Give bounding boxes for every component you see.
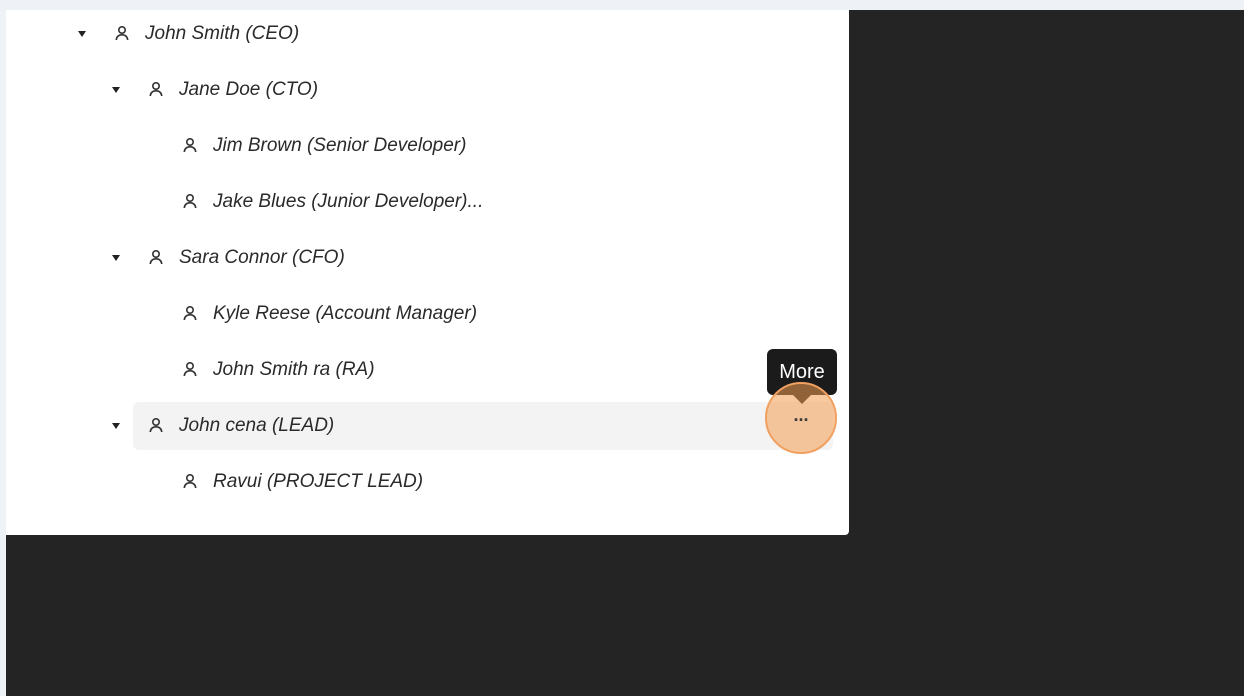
expand-caret-icon[interactable]	[78, 31, 86, 37]
tree-node-label: John Smith ra (RA)	[213, 359, 375, 380]
tooltip-text: More	[779, 360, 825, 383]
person-icon	[183, 473, 197, 489]
tree-node-label: Sara Connor (CFO)	[179, 247, 345, 268]
org-tree-panel: John Smith (CEO) Jane Doe (CTO) Jim Brow…	[6, 10, 849, 535]
person-icon	[115, 25, 129, 41]
expand-caret-icon[interactable]	[112, 87, 120, 93]
tree-node-john-smith-ceo[interactable]: John Smith (CEO)	[66, 10, 846, 58]
tree-node-sara-connor-cfo[interactable]: Sara Connor (CFO)	[100, 234, 846, 282]
tree-node-label: Jim Brown (Senior Developer)	[213, 135, 467, 156]
person-icon	[183, 361, 197, 377]
person-icon	[149, 417, 163, 433]
ellipsis-icon: ...	[793, 404, 809, 425]
tree-node-label: John cena (LEAD)	[179, 415, 335, 436]
top-bar	[0, 0, 1244, 10]
tree-node-jake-blues[interactable]: Jake Blues (Junior Developer)...	[134, 178, 846, 226]
person-icon	[149, 249, 163, 265]
tree-node-ravui[interactable]: Ravui (PROJECT LEAD)	[134, 458, 846, 506]
tree-node-label: Jake Blues (Junior Developer)...	[213, 191, 484, 212]
tree-node-jim-brown[interactable]: Jim Brown (Senior Developer)	[134, 122, 846, 170]
person-icon	[183, 137, 197, 153]
tree-node-john-cena-lead[interactable]: John cena (LEAD)	[112, 402, 833, 450]
tree-node-jane-doe-cto[interactable]: Jane Doe (CTO)	[100, 66, 846, 114]
person-icon	[183, 305, 197, 321]
tree-node-label: Jane Doe (CTO)	[179, 79, 319, 100]
tree-node-john-smith-ra[interactable]: John Smith ra (RA)	[134, 346, 764, 394]
tree-node-label: Ravui (PROJECT LEAD)	[213, 471, 424, 492]
more-options-button[interactable]: ...	[765, 382, 837, 454]
person-icon	[149, 81, 163, 97]
tree-node-label: John Smith (CEO)	[145, 23, 300, 44]
expand-caret-icon[interactable]	[112, 255, 120, 261]
expand-caret-icon[interactable]	[112, 423, 120, 429]
tree-node-label: Kyle Reese (Account Manager)	[213, 303, 478, 324]
person-icon	[183, 193, 197, 209]
tree-node-kyle-reese[interactable]: Kyle Reese (Account Manager)	[134, 290, 846, 338]
